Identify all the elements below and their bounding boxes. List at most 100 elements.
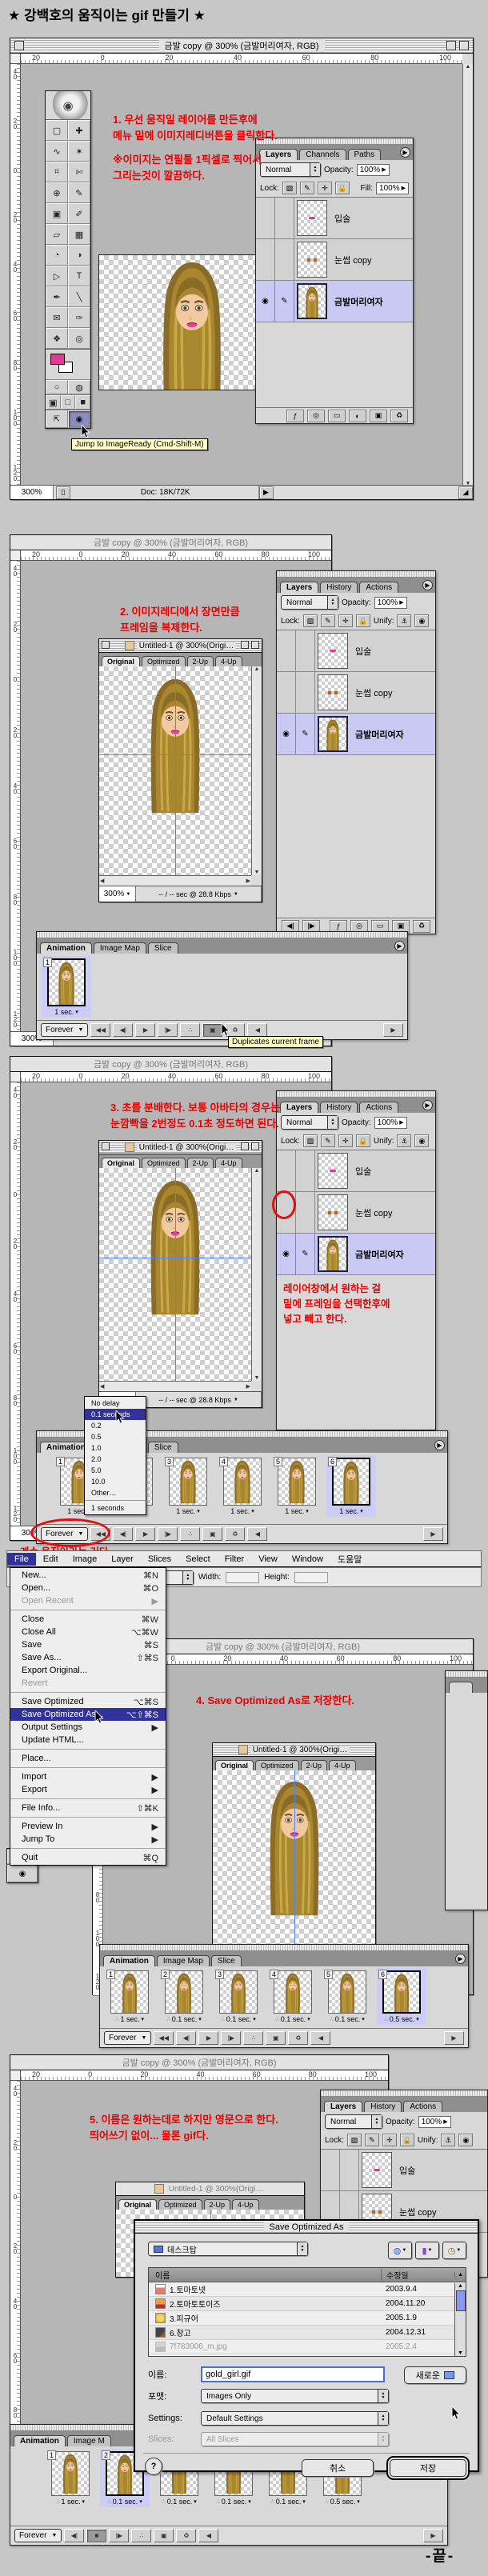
tween-icon[interactable]: ∴ — [180, 1527, 200, 1541]
delay-menu-item[interactable]: 0.5 — [85, 1431, 146, 1442]
palette-tab[interactable]: Actions — [359, 582, 398, 593]
layer-effects-icon[interactable]: ƒ — [286, 410, 304, 422]
palette-tab[interactable]: Layers — [259, 149, 298, 160]
clone-stamp-tool[interactable]: ▣ — [46, 203, 68, 224]
menu-bar-item[interactable]: Select — [178, 1553, 218, 1566]
delete-frame-icon[interactable]: ♻ — [225, 1527, 245, 1541]
loop-select[interactable]: Forever▼ — [104, 2031, 151, 2045]
file-menu-item[interactable]: Close⌘W — [10, 1613, 166, 1626]
file-menu-item[interactable] — [10, 1749, 166, 1750]
palette-tab[interactable]: Image Map — [94, 942, 146, 954]
format-select[interactable]: Images Only▲▼ — [201, 2389, 389, 2403]
screen-mode-button-1[interactable]: ▣ — [46, 395, 61, 410]
previous-frame-icon[interactable]: ◀| — [113, 1527, 133, 1541]
dodge-tool[interactable]: ◑ — [68, 245, 90, 266]
scroll-up-icon[interactable]: ▲ — [466, 64, 471, 70]
layer-row[interactable]: ◉ ✎ 눈썹 copy — [277, 672, 435, 714]
tween-icon[interactable]: ∴ — [243, 2031, 263, 2045]
layer-thumbnail[interactable] — [297, 200, 327, 236]
menu-bar-item[interactable]: Image — [66, 1553, 105, 1566]
menu-bar-item[interactable]: Slices — [141, 1553, 178, 1566]
frame-delay[interactable]: 0.1 sec. — [113, 2498, 138, 2506]
lock-all-icon[interactable]: 🔒 — [356, 614, 370, 627]
opacity-value[interactable]: 100%▶ — [357, 164, 390, 176]
palette-tab[interactable]: Actions — [403, 2101, 442, 2112]
unify-visibility-icon[interactable]: ◉ — [414, 614, 429, 627]
frame-delay[interactable]: 1 sec. — [339, 1507, 358, 1515]
next-frame-icon[interactable]: |▶ — [221, 2031, 241, 2045]
delay-arrow-icon[interactable]: ▾ — [307, 2016, 310, 2022]
unify-position-icon[interactable]: ⚓ — [441, 2134, 455, 2146]
file-menu-item[interactable]: Save As...⇧⌘S — [10, 1651, 166, 1664]
width-field[interactable] — [226, 1572, 259, 1583]
palette-tab[interactable]: Image M — [67, 2435, 111, 2446]
delay-menu-item[interactable]: No delay — [85, 1398, 146, 1409]
layer-name[interactable]: 입술 — [330, 198, 413, 238]
stepper-icon[interactable]: ▲▼ — [297, 2242, 307, 2255]
delay-arrow-icon[interactable]: ▾ — [253, 2016, 256, 2022]
scroll-left-icon[interactable]: ◀ — [310, 2031, 330, 2045]
palette-dragbar[interactable] — [446, 1671, 487, 1678]
lock-paint-icon[interactable]: ✎ — [300, 182, 314, 194]
brush-tool[interactable]: ✎ — [68, 182, 90, 203]
palette-dragbar[interactable] — [100, 1945, 468, 1951]
resize-grip-icon[interactable]: ◢ — [458, 486, 473, 499]
animation-frame[interactable]: 4 ∴0.1 sec.▾ — [268, 1968, 318, 2025]
lock-position-icon[interactable]: ✛ — [318, 182, 332, 194]
lock-all-icon[interactable]: 🔒 — [356, 1134, 370, 1147]
unify-visibility-icon[interactable]: ◉ — [458, 2134, 473, 2146]
palette-menu-icon[interactable]: ▶ — [434, 1440, 445, 1450]
frame-delay[interactable]: 0.5 sec. — [330, 2498, 356, 2506]
layer-name[interactable]: 금발머리여자 — [350, 1234, 435, 1274]
download-time-info[interactable]: -- / -- sec @ 28.8 Kbps▼ — [136, 886, 262, 902]
menu-bar-item[interactable]: 도움말 — [330, 1551, 369, 1567]
stepper-icon[interactable]: ▲▼ — [182, 1571, 193, 1584]
marquee-tool[interactable]: ▢ — [46, 120, 68, 141]
layer-thumbnail[interactable] — [318, 674, 348, 710]
palette-dragbar[interactable] — [277, 571, 435, 578]
layer-row[interactable]: ◉ ✎ 눈썹 copy — [256, 239, 413, 281]
help-button[interactable]: ? — [145, 2458, 162, 2475]
delay-arrow-icon[interactable]: ▾ — [198, 2016, 202, 2022]
eraser-tool[interactable]: ▱ — [46, 224, 68, 245]
view-tab[interactable]: Original — [102, 656, 140, 666]
view-tab[interactable]: 2-Up — [204, 2199, 231, 2210]
palette-tab[interactable]: Animation — [14, 2435, 66, 2446]
file-name[interactable]: 2.토마토토이즈 — [170, 2298, 381, 2310]
scroll-right-icon[interactable]: ▶ — [383, 1023, 403, 1037]
image-canvas[interactable] — [213, 1770, 375, 1950]
palette-tab[interactable]: History — [320, 582, 358, 593]
zoom-level-field[interactable]: 300% — [10, 486, 54, 499]
view-tab[interactable]: 4-Up — [329, 1760, 356, 1770]
scroll-right-icon[interactable]: ▶ — [444, 2031, 464, 2045]
file-menu-item[interactable]: Quit⌘Q — [10, 1851, 166, 1864]
frame-thumbnail[interactable] — [47, 958, 86, 1006]
delay-arrow-icon[interactable]: ▾ — [248, 2498, 251, 2505]
window-titlebar[interactable]: Untitled-1 @ 300%(Origi… — [99, 639, 262, 653]
file-name[interactable]: 7f783006_m.jpg — [170, 2342, 381, 2351]
delete-frame-icon[interactable]: ♻ — [288, 2031, 308, 2045]
file-menu-item[interactable]: Open Recent▶ — [10, 1594, 166, 1607]
save-button[interactable]: 저장 — [390, 2459, 466, 2477]
file-menu-item[interactable] — [10, 1767, 166, 1768]
horizontal-scrollbar[interactable]: ◀▶ — [99, 1381, 251, 1391]
file-menu-item[interactable] — [10, 1692, 166, 1693]
view-tab[interactable]: 2-Up — [301, 1760, 328, 1770]
file-name[interactable]: 3.피규어 — [170, 2312, 381, 2324]
layer-thumbnail[interactable] — [297, 242, 327, 278]
frame-thumbnail[interactable] — [110, 1970, 149, 2014]
rewind-icon[interactable]: ◀◀ — [90, 1023, 110, 1037]
lock-transparency-icon[interactable]: ▨ — [303, 1134, 318, 1147]
stepper-icon[interactable]: ▲▼ — [378, 2390, 388, 2402]
file-menu-item[interactable]: Export Original... — [10, 1664, 166, 1677]
window-titlebar[interactable]: Untitled-1 @ 300%(Origi… — [116, 2182, 304, 2196]
fill-value[interactable]: 100%▶ — [376, 182, 409, 194]
view-tab[interactable]: 4-Up — [215, 656, 242, 666]
layer-thumbnail[interactable] — [318, 633, 348, 669]
delay-arrow-icon[interactable]: ▾ — [302, 2498, 306, 2505]
duplicate-frame-icon[interactable]: ▣ — [202, 1023, 222, 1037]
layer-thumbnail[interactable] — [318, 1194, 348, 1230]
layer-visibility-toggle[interactable]: ◉ — [277, 714, 296, 754]
menu-bar-item[interactable]: Layer — [104, 1553, 141, 1566]
file-menu-item[interactable] — [10, 1817, 166, 1818]
